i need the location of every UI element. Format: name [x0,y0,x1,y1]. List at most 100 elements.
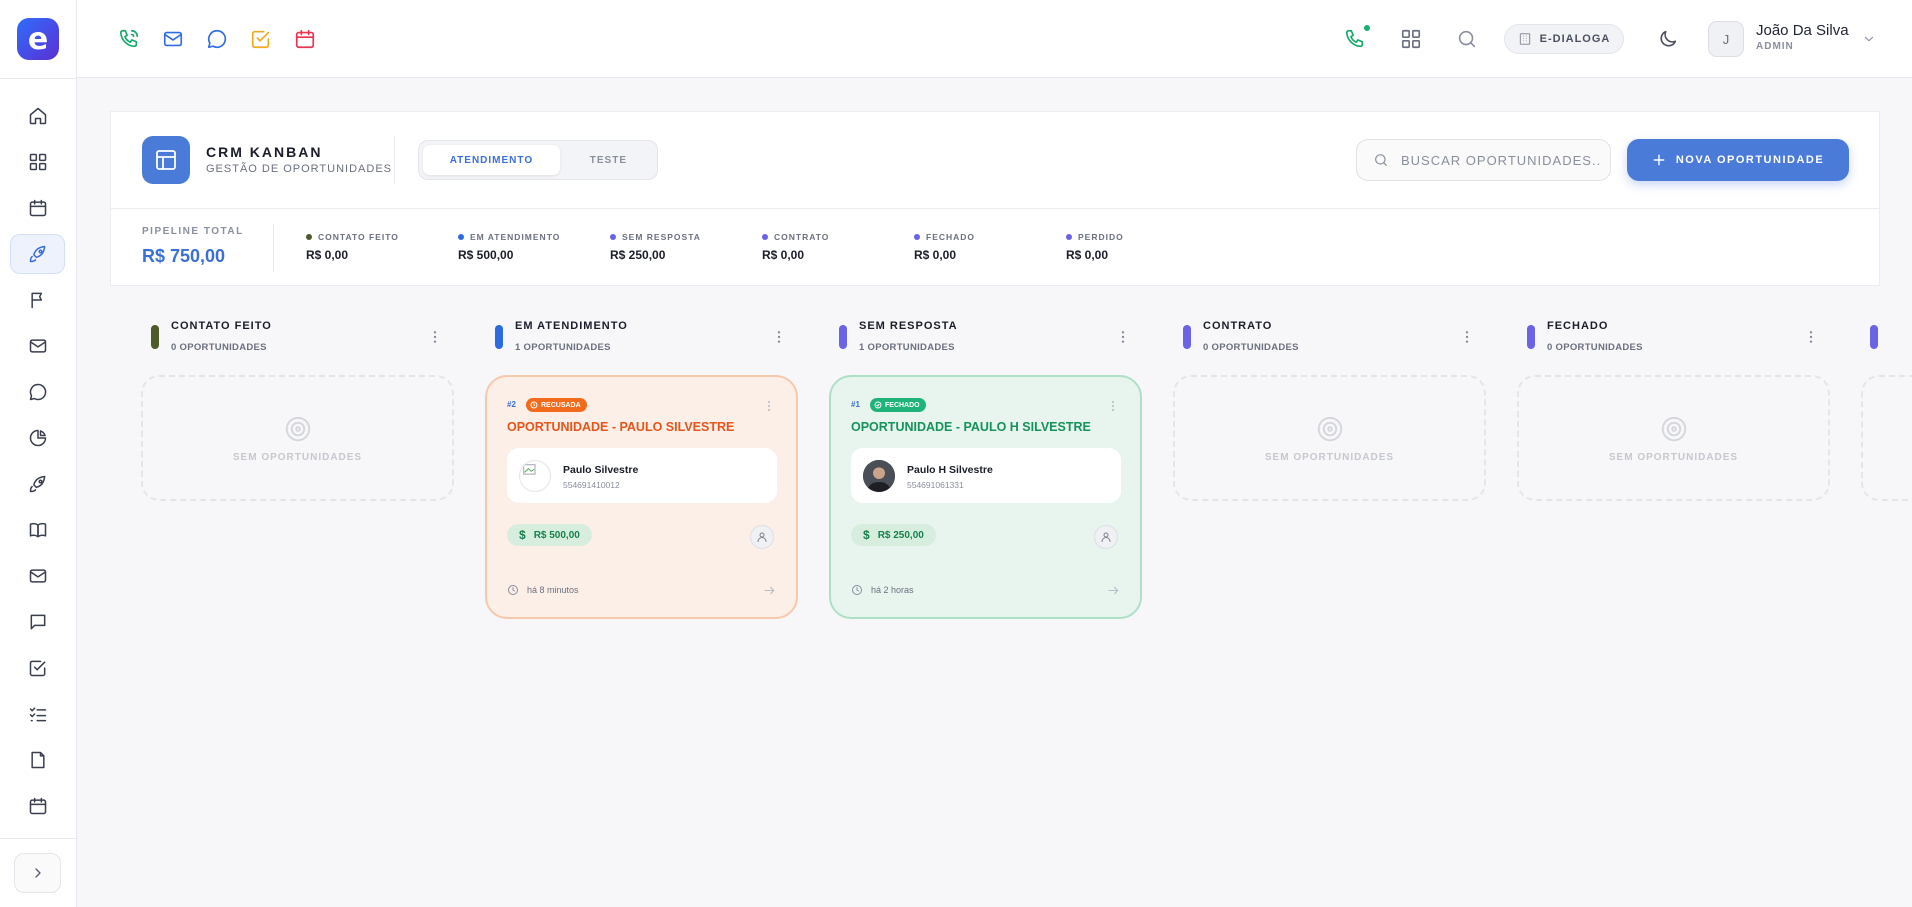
sidebar-item-messages[interactable] [10,602,65,642]
user-name[interactable]: João Da Silva [1756,22,1849,39]
assignee-avatar[interactable] [750,525,774,549]
stage-stat: PERDIDO R$ 0,00 [1066,232,1124,262]
sidebar-item-crm[interactable] [10,234,65,274]
tab-teste[interactable]: TESTE [564,145,653,175]
stage-stat: EM ATENDIMENTO R$ 500,00 [458,232,560,262]
search-icon[interactable] [1456,28,1478,50]
page-title: CRM KANBAN [206,144,323,160]
user-role: ADMIN [1756,41,1794,52]
sidebar-divider [0,78,77,79]
user-avatar[interactable]: J [1708,21,1744,57]
empty-column-dropzone[interactable] [1861,375,1912,501]
more-vertical-icon[interactable] [1106,399,1120,413]
user-initial: J [1722,31,1730,47]
target-icon [1659,414,1689,444]
clock-icon [530,401,538,409]
apps-grid-icon[interactable] [1400,28,1422,50]
checkbox-icon [28,658,48,678]
expand-sidebar-button[interactable] [14,853,61,893]
sidebar-item-reports[interactable] [10,418,65,458]
contact-avatar [519,460,551,492]
calendar-icon[interactable] [294,28,316,50]
column-color-bar [495,325,503,349]
sidebar-item-checklist[interactable] [10,694,65,734]
sidebar-item-home[interactable] [10,96,65,136]
sidebar-item-schedule[interactable] [10,786,65,826]
sidebar-item-dashboard[interactable] [10,142,65,182]
moon-icon[interactable] [1657,28,1679,50]
opportunity-card[interactable]: #1 FECHADO OPORTUNIDADE - PAULO H SILVES… [829,375,1142,619]
opportunity-value-text: R$ 500,00 [533,529,580,541]
stage-stat-label: EM ATENDIMENTO [470,232,561,242]
status-badge-label: FECHADO [885,401,920,409]
task-icon[interactable] [250,28,272,50]
page-subtitle: GESTÃO DE OPORTUNIDADES [206,163,392,175]
stage-stat-label: CONTRATO [774,232,830,242]
calendar-icon [28,796,48,816]
more-vertical-icon[interactable] [771,329,787,345]
rocket-icon [28,244,48,264]
contact-box[interactable]: Paulo Silvestre 554691410012 [507,448,777,503]
more-vertical-icon[interactable] [427,329,443,345]
chat-icon [28,382,48,402]
sidebar-item-flag[interactable] [10,280,65,320]
flag-icon [28,290,48,310]
pipeline-divider [273,224,274,272]
column-title: SEM RESPOSTA [859,320,958,332]
empty-column-text: SEM OPORTUNIDADES [1608,451,1739,463]
more-vertical-icon[interactable] [1459,329,1475,345]
status-badge-label: RECUSADA [541,401,581,409]
new-opportunity-button[interactable]: NOVA OPORTUNIDADE [1627,139,1849,181]
empty-column-dropzone[interactable]: SEM OPORTUNIDADES [141,375,454,501]
more-vertical-icon[interactable] [1115,329,1131,345]
column-title: CONTATO FEITO [171,320,272,332]
empty-column-dropzone[interactable]: SEM OPORTUNIDADES [1517,375,1830,501]
contact-box[interactable]: Paulo H Silvestre 554691061331 [851,448,1121,503]
empty-column-dropzone[interactable]: SEM OPORTUNIDADES [1173,375,1486,501]
sidebar-item-tasks[interactable] [10,648,65,688]
sidebar: e [0,0,77,907]
opportunity-value-text: R$ 250,00 [877,529,924,541]
contact-name: Paulo H Silvestre [907,464,993,476]
search-input[interactable] [1401,152,1601,168]
chevron-down-icon[interactable] [1862,32,1876,46]
tab-atendimento[interactable]: ATENDIMENTO [423,145,560,175]
contact-phone: 554691410012 [563,480,620,490]
call-status-icon[interactable] [1344,28,1366,50]
stage-stat-value: R$ 250,00 [610,248,666,262]
phone-icon[interactable] [118,28,140,50]
opportunity-card[interactable]: #2 RECUSADA OPORTUNIDADE - PAULO SILVEST… [485,375,798,619]
sidebar-item-inbox[interactable] [10,556,65,596]
assignee-avatar[interactable] [1094,525,1118,549]
clock-icon [851,584,863,596]
sidebar-item-mail[interactable] [10,326,65,366]
check-circle-icon [874,401,882,409]
dashboard-icon [28,152,48,172]
app-logo[interactable]: e [17,18,59,60]
column-count: 1 OPORTUNIDADES [515,342,611,353]
chat-icon[interactable] [206,28,228,50]
contact-phone: 554691061331 [907,480,964,490]
workspace-selector[interactable]: E-DIALOGA [1504,24,1624,54]
sidebar-item-campaigns[interactable] [10,464,65,504]
mail-icon[interactable] [162,28,184,50]
more-vertical-icon[interactable] [1803,329,1819,345]
clock-icon [507,584,519,596]
workspace-name: E-DIALOGA [1539,33,1611,45]
status-badge: RECUSADA [526,398,587,412]
column-color-bar [1527,325,1535,349]
arrow-right-icon[interactable] [763,584,776,597]
sidebar-item-calendar[interactable] [10,188,65,228]
more-vertical-icon[interactable] [762,399,776,413]
online-status-dot [1364,25,1370,31]
arrow-right-icon[interactable] [1107,584,1120,597]
column-color-bar [1183,325,1191,349]
sidebar-item-chat[interactable] [10,372,65,412]
column-color-bar [839,325,847,349]
stage-stat-label: SEM RESPOSTA [622,232,701,242]
stage-stat: CONTRATO R$ 0,00 [762,232,829,262]
stage-stat-label: PERDIDO [1078,232,1124,242]
sidebar-item-files[interactable] [10,740,65,780]
pipeline-total-label: PIPELINE TOTAL [142,226,244,237]
sidebar-item-knowledge[interactable] [10,510,65,550]
